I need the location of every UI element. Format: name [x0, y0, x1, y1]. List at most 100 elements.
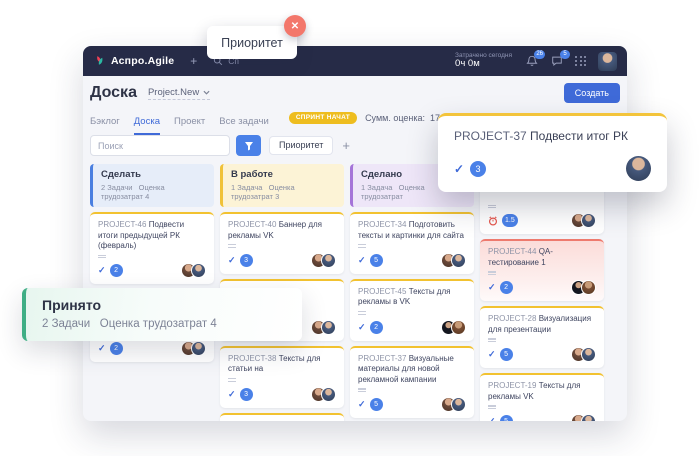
task-card[interactable]: PROJECT-28 Визуализация для презентации ✓… — [480, 306, 604, 368]
project-selector[interactable]: Project.New — [148, 87, 210, 100]
done-check-icon: ✓ — [98, 343, 106, 354]
add-filter-icon[interactable]: + — [342, 138, 350, 153]
task-card-title: PROJECT-46 Подвести итоги предыдущей РК … — [98, 220, 206, 252]
description-lines-icon — [98, 255, 206, 259]
sprint-status-badge: СПРИНТ НАЧАТ — [289, 112, 357, 124]
task-key: PROJECT-38 — [228, 354, 279, 363]
task-key: PROJECT-34 — [358, 220, 409, 229]
notifications-button[interactable]: 26 — [525, 54, 539, 68]
task-text — [488, 191, 490, 200]
assignee-avatars — [311, 387, 336, 402]
popup-task-title: PROJECT-37 Подвести итог РК — [454, 129, 651, 143]
popup-assignee-avatar — [626, 156, 651, 181]
accepted-subtitle: 2 Задачи Оценка трудозатрат 4 — [42, 318, 286, 330]
avatar — [451, 253, 466, 268]
page-title: Доска — [90, 84, 137, 102]
priority-filter-chip[interactable]: Приоритет — [269, 136, 333, 155]
messages-button[interactable]: 5 — [550, 54, 564, 68]
task-key: PROJECT-19 — [488, 381, 539, 390]
estimate-badge: 5 — [500, 415, 513, 421]
user-avatar[interactable] — [598, 52, 617, 71]
assignee-avatars — [441, 397, 466, 412]
task-card[interactable]: PROJECT-37 Визуальные материалы для ново… — [350, 346, 474, 418]
task-card[interactable]: PROJECT-34 Подготовить тексты и картинки… — [350, 212, 474, 274]
tab-бэклог[interactable]: Бэклог — [90, 116, 120, 135]
chevron-down-icon — [203, 89, 210, 96]
task-card[interactable]: PROJECT-45 Тексты для рекламы в VK✓2 — [350, 279, 474, 341]
description-lines-icon — [228, 378, 336, 382]
popup-check-icon: ✓ — [454, 162, 464, 176]
assignee-avatars — [441, 253, 466, 268]
description-lines-icon — [358, 311, 466, 315]
description-lines-icon — [488, 205, 596, 209]
avatar — [581, 280, 596, 295]
avatar — [581, 414, 596, 421]
kanban-column: Сделано1 Задача Оценка трудозатратPROJEC… — [350, 164, 474, 421]
time-tracker: Затрачено сегодня 0ч 0м — [455, 52, 512, 70]
column-subtitle: 1 Задача Оценка трудозатрат 3 — [231, 183, 336, 201]
estimate-badge: 3 — [240, 388, 253, 401]
estimate-badge: 2 — [110, 264, 123, 277]
avatar — [321, 387, 336, 402]
search-input[interactable] — [90, 135, 230, 156]
tab-проект[interactable]: Проект — [174, 116, 205, 135]
avatar — [321, 320, 336, 335]
app-logo[interactable]: Аспро.Agile — [93, 55, 174, 68]
description-lines-icon — [488, 271, 596, 275]
create-button[interactable]: Создать — [564, 83, 620, 103]
funnel-icon — [244, 141, 254, 151]
column-subtitle: 2 Задачи Оценка трудозатрат 4 — [101, 183, 206, 201]
avatar — [191, 263, 206, 278]
messages-badge: 5 — [560, 50, 570, 59]
task-card[interactable]: PROJECT-44 QA-тестирование 1 ✓ 2 — [480, 239, 604, 301]
column-title: В работе — [231, 169, 336, 180]
task-card-title: PROJECT-28 Визуализация для презентации — [488, 314, 596, 335]
popup-task-key: PROJECT-37 — [454, 129, 527, 143]
task-key: PROJECT-40 — [228, 220, 279, 229]
estimate-badge: 1.5 — [502, 214, 518, 227]
notifications-badge: 26 — [534, 50, 545, 59]
task-card-title: PROJECT-40 Баннер для рекламы VK — [228, 220, 336, 241]
task-key: PROJECT-37 — [358, 354, 409, 363]
column-title: Сделать — [101, 169, 206, 180]
task-card[interactable]: PROJECT-46 Подвести итоги предыдущей РК … — [90, 212, 214, 284]
done-check-icon: ✓ — [488, 349, 496, 360]
done-check-icon: ✓ — [228, 255, 236, 266]
done-check-icon: ✓ — [228, 389, 236, 400]
app-window: Аспро.Agile + Сп Затрачено сегодня 0ч 0м — [83, 46, 627, 421]
estimate-badge: 3 — [240, 254, 253, 267]
estimate-badge: 5 — [500, 348, 513, 361]
task-card-title: PROJECT-38 Тексты для статьи на — [228, 354, 336, 375]
task-card-title: PROJECT-34 Подготовить тексты и картинки… — [358, 220, 466, 241]
task-card-title: PROJECT-45 Тексты для рекламы в VK — [358, 287, 466, 308]
task-card[interactable]: PROJECT-38 Тексты для статьи на ✓ 3 — [220, 346, 344, 408]
close-icon[interactable]: ✕ — [284, 15, 306, 37]
task-card-title — [488, 191, 596, 202]
task-card-title: PROJECT-19 Тексты для рекламы VK — [488, 381, 596, 402]
filter-button[interactable] — [236, 135, 261, 156]
apps-grid-icon[interactable] — [575, 56, 587, 66]
task-key: PROJECT-46 — [98, 220, 149, 229]
tab-доска[interactable]: Доска — [134, 116, 160, 135]
tab-все-задачи[interactable]: Все задачи — [219, 116, 269, 135]
project-selector-value: Project.New — [148, 87, 199, 98]
done-check-icon: ✓ — [488, 282, 496, 293]
task-detail-popup[interactable]: PROJECT-37 Подвести итог РК ✓ 3 — [438, 113, 667, 192]
column-header: Сделать 2 Задачи Оценка трудозатрат 4 — [90, 164, 214, 207]
add-task-icon[interactable]: + — [190, 54, 197, 68]
task-card-title: PROJECT-44 QA-тестирование 1 — [488, 247, 596, 268]
task-key: PROJECT-45 — [358, 287, 409, 296]
assignee-avatars — [571, 414, 596, 421]
assignee-avatars — [311, 253, 336, 268]
description-lines-icon — [488, 338, 596, 342]
avatar — [581, 213, 596, 228]
description-lines-icon — [488, 405, 596, 409]
estimate-badge: 2 — [500, 281, 513, 294]
done-check-icon: ✓ — [358, 399, 366, 410]
task-card-title: PROJECT-37 Визуальные материалы для ново… — [358, 354, 466, 386]
task-card[interactable]: PROJECT-40 Баннер для рекламы VK ✓ 3 — [220, 212, 344, 274]
brand-name: Аспро.Agile — [111, 55, 174, 67]
task-card[interactable]: PROJECT-19 Тексты для рекламы VK✓5 — [480, 373, 604, 421]
assignee-avatars — [571, 280, 596, 295]
task-card[interactable]: теории✓3 — [220, 413, 344, 421]
